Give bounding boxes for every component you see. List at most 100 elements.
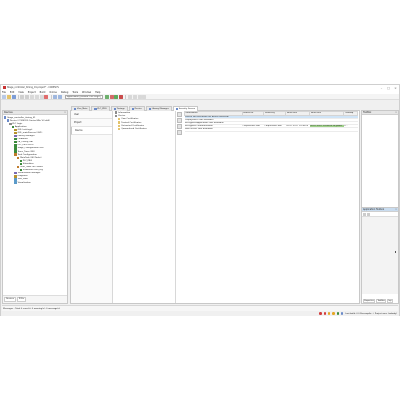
- document-icon: [74, 107, 77, 111]
- tree-node-icon: [14, 181, 17, 184]
- messages-label[interactable]: Messages - Total 0 error(s), 0 warning(s…: [3, 308, 60, 310]
- step-into-icon[interactable]: [137, 94, 142, 99]
- tree-node-icon: [9, 122, 12, 125]
- tree-node-icon: [19, 159, 22, 163]
- tab-pous[interactable]: POUs: [16, 297, 27, 302]
- table-cell: [285, 127, 310, 132]
- tree-item-label: PLC_PRG: [22, 159, 32, 162]
- tab-inp[interactable]: Inp: [386, 298, 394, 303]
- tree-node-icon: [14, 150, 17, 153]
- tree-item-label: PLC Logic: [12, 122, 23, 125]
- redo-icon[interactable]: [25, 94, 30, 99]
- new-icon[interactable]: [2, 94, 6, 99]
- tree-item-label: Device (CODESYS Control Win V3 x64): [9, 119, 50, 122]
- certificate-grid-area: Information Issued for Issued by Valid unti…: [177, 111, 359, 303]
- table-row[interactable]: Web Server (Not available): [184, 127, 358, 132]
- status-indicator-icon: [332, 312, 335, 315]
- tree-item-label: Diagrams: [17, 175, 28, 178]
- login-icon[interactable]: [104, 94, 109, 99]
- save-icon[interactable]: [11, 94, 16, 99]
- tree-item-label: VISU_TASK (IEC-Tasks): [20, 166, 44, 169]
- stop-icon[interactable]: [119, 94, 124, 99]
- table-cell: [343, 127, 358, 132]
- tree-node-icon: [14, 147, 17, 150]
- tab-toolbox[interactable]: ToolBox: [375, 298, 387, 303]
- remove-certificate-button[interactable]: [177, 124, 182, 129]
- document-icon: [175, 107, 178, 111]
- properties-title: Application Toolbox: [363, 208, 385, 211]
- grid-side-buttons: [177, 112, 183, 136]
- tree-node-icon: [14, 134, 17, 138]
- logout-icon[interactable]: [109, 94, 114, 99]
- tree-item-label: GVL_mainProcess (GVL): [17, 132, 43, 135]
- tree-item-label: Visualization: [17, 181, 31, 184]
- cut-icon[interactable]: [29, 94, 34, 99]
- certificate-tree-label: Information: [118, 111, 131, 114]
- step-over-icon[interactable]: [132, 94, 137, 99]
- device-tree: Stage_controller_timing_01 Device (CODESY…: [3, 115, 67, 185]
- open-icon[interactable]: [6, 94, 11, 99]
- close-icon[interactable]: ×: [394, 111, 398, 114]
- tree-node-icon: [14, 178, 17, 181]
- document-icon: [148, 107, 151, 111]
- export-certificate-button[interactable]: [177, 130, 182, 135]
- nav-item-user[interactable]: User: [71, 111, 112, 119]
- table-cell: [242, 127, 264, 132]
- editor-tab-label: Library Manager: [151, 108, 169, 110]
- add-certificate-button[interactable]: [177, 118, 182, 123]
- tree-item-label: MainTask (IEC-Tasks): [20, 156, 42, 159]
- find-icon[interactable]: [53, 94, 58, 99]
- toolbar-divider: [17, 94, 19, 99]
- properties-body: [362, 216, 398, 294]
- tree-node-icon: [6, 119, 9, 122]
- tree-node-icon: [14, 144, 17, 147]
- start-icon[interactable]: [114, 94, 119, 99]
- tree-item-label: ColdBlock: [17, 138, 28, 141]
- close-icon[interactable]: ×: [63, 111, 67, 114]
- paste-icon[interactable]: [39, 94, 44, 99]
- certificate-tree-item[interactable]: Quarantined Certificates: [114, 127, 175, 131]
- certificate-tree-label: Own Certificates: [121, 118, 139, 121]
- refresh-button[interactable]: [177, 112, 182, 117]
- splitter-marker: [395, 251, 396, 253]
- properties-panel: Application Toolbox × Properties ToolBox I…: [361, 207, 399, 304]
- tree-item[interactable]: Visualization: [4, 181, 66, 184]
- copy-icon[interactable]: [34, 94, 39, 99]
- step-out-icon[interactable]: [142, 94, 147, 99]
- tree-item-label: Stage_controller_timing_01: [7, 116, 36, 119]
- document-icon: [113, 107, 116, 111]
- status-indicator-icon: [327, 312, 331, 315]
- table-cell: Web Server (Not available): [184, 127, 243, 132]
- editor-tab-label: Security Screen: [178, 108, 196, 110]
- editor-tab-label: PLC_PRG: [97, 108, 107, 110]
- tree-node-icon: [14, 153, 17, 156]
- table-cell: [263, 127, 286, 132]
- devices-panel: Devices × Stage_controller_timing_01 Devi…: [2, 110, 68, 304]
- editor-tab-label: Timings: [116, 108, 125, 110]
- tree-item-label: Stage_Configuration (FB): [17, 147, 44, 150]
- close-icon[interactable]: ×: [394, 208, 398, 211]
- tree-node-icon: [14, 128, 17, 132]
- status-indicator-icon: [336, 312, 340, 315]
- certificate-tree-label: Untrusted Certificates: [121, 124, 145, 127]
- tree-item-label: Library Manager: [17, 135, 35, 138]
- breakpoint-icon[interactable]: [127, 94, 132, 99]
- devices-bottom-tabs: Devices POUs: [3, 295, 67, 303]
- build-icon[interactable]: [57, 94, 62, 99]
- right-bottom-tabs: Properties ToolBox Inp: [362, 298, 398, 303]
- delete-icon[interactable]: [44, 94, 49, 99]
- nav-item-device[interactable]: Device: [71, 127, 112, 135]
- status-indicator-icon: [340, 312, 344, 315]
- tree-item-label: Task Configuration: [17, 153, 37, 156]
- toolbox-title: ToolBox: [363, 111, 372, 114]
- document-icon: [131, 107, 134, 111]
- certificate-tree-label: Quarantined Certificates: [121, 128, 147, 131]
- application-combo[interactable]: Application [Device: PLC Logic]: [64, 94, 103, 99]
- window-title: Stage_controller_timing_01.project* - CO…: [7, 86, 59, 89]
- tab-properties[interactable]: Properties: [362, 298, 376, 303]
- tree-item-label: FB_Timing (FB): [17, 141, 34, 144]
- nav-item-project[interactable]: Project: [71, 119, 112, 127]
- undo-icon[interactable]: [20, 94, 25, 99]
- tab-devices[interactable]: Devices: [4, 297, 16, 302]
- table-cell: [309, 127, 344, 132]
